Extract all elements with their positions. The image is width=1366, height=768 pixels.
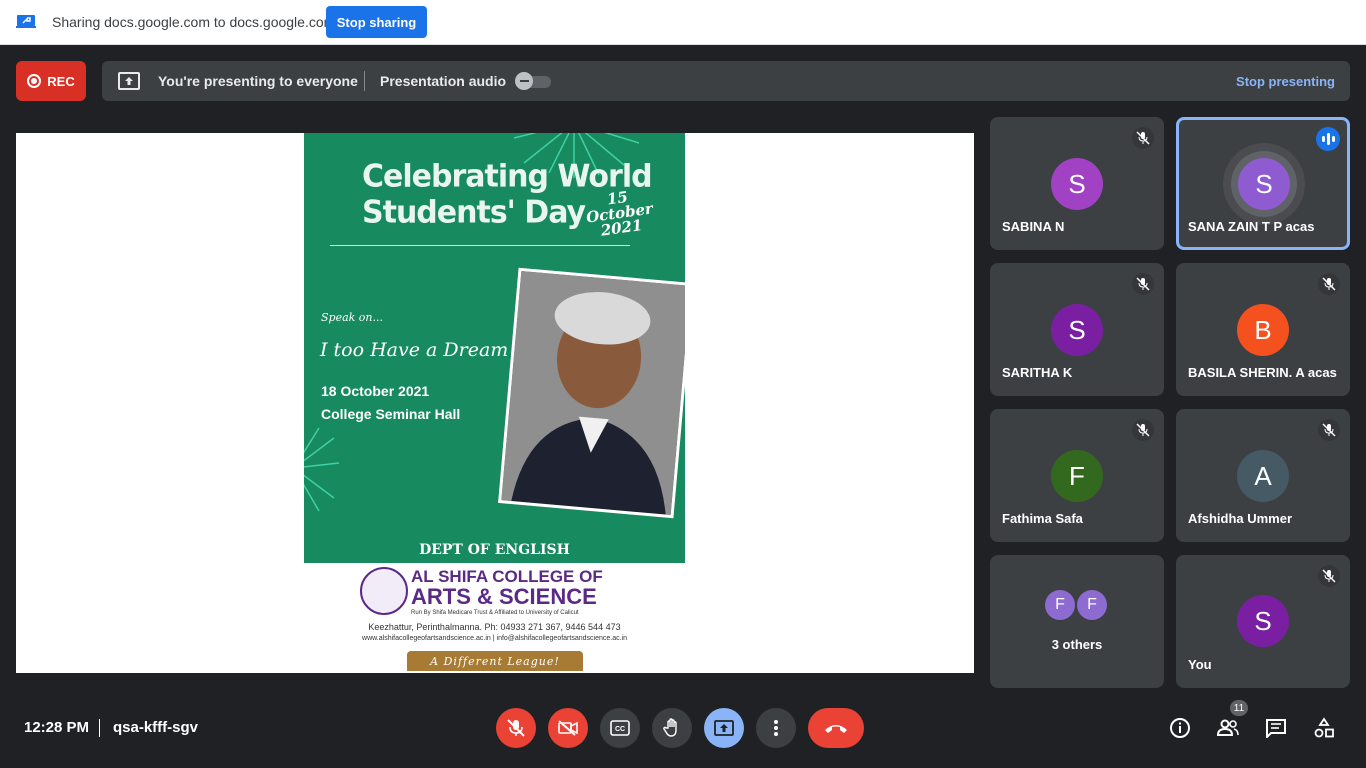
participant-tile-sana-zain[interactable]: S SANA ZAIN T P acas [1176, 117, 1350, 250]
meeting-details-button[interactable] [1166, 714, 1194, 742]
poster-rule [330, 245, 630, 246]
stop-sharing-button[interactable]: Stop sharing [326, 6, 427, 38]
people-count-badge: 11 [1230, 700, 1248, 716]
poster-address: Keezhattur, Perinthalmanna. Ph: 04933 27… [368, 622, 621, 632]
poster-tagline: A Different League! [407, 651, 583, 671]
participant-name: BASILA SHERIN. A acas [1188, 365, 1337, 380]
recording-indicator[interactable]: REC [16, 61, 86, 101]
more-vert-icon [774, 720, 778, 736]
stop-presenting-button[interactable]: Stop presenting [1236, 74, 1335, 89]
tab-sharing-bar: Sharing docs.google.com to docs.google.c… [0, 0, 1366, 45]
avatar: S [1238, 158, 1290, 210]
people-icon [1216, 719, 1239, 736]
leave-call-button[interactable] [808, 708, 864, 748]
chat-icon [1266, 719, 1286, 738]
participant-tile-you[interactable]: S You [1176, 555, 1350, 688]
participant-name: SARITHA K [1002, 365, 1073, 380]
avatar: B [1237, 304, 1289, 356]
participant-name: You [1188, 657, 1212, 672]
hand-icon [663, 718, 677, 737]
mic-off-icon [507, 719, 525, 737]
meeting-code: qsa-kfff-sgv [113, 719, 199, 736]
participant-tile-afshidha[interactable]: A Afshidha Ummer [1176, 409, 1350, 542]
mic-off-icon [1132, 419, 1154, 441]
presenting-bar: You're presenting to everyone Presentati… [102, 61, 1350, 101]
others-count-label: 3 others [1051, 637, 1103, 652]
presentation-stage: Celebrating World Students' Day 15 Octob… [16, 133, 974, 673]
poster-portrait-photo [498, 267, 685, 519]
poster-websites: www.alshifacollegeofartsandscience.ac.in… [362, 635, 627, 642]
poster-event-date: 18 October 2021 [321, 383, 430, 399]
participant-name: Afshidha Ummer [1188, 511, 1293, 526]
present-screen-icon [118, 72, 140, 90]
participant-tile-basila[interactable]: B BASILA SHERIN. A acas [1176, 263, 1350, 396]
svg-text:CC: CC [615, 726, 625, 733]
avatar: S [1237, 595, 1289, 647]
presentation-audio-label: Presentation audio [380, 73, 507, 89]
participant-tile-sabina[interactable]: S SABINA N [990, 117, 1164, 250]
rec-label: REC [47, 73, 75, 89]
participant-name: SANA ZAIN T P acas [1188, 219, 1315, 234]
poster-date: 15 October 2021 [583, 187, 656, 241]
avatar: A [1237, 450, 1289, 502]
event-poster: Celebrating World Students' Day 15 Octob… [304, 133, 685, 673]
raise-hand-button[interactable] [652, 708, 692, 748]
captions-button[interactable]: CC [600, 708, 640, 748]
presenting-status: You're presenting to everyone [158, 73, 358, 89]
divider [99, 719, 100, 737]
closed-captions-icon: CC [610, 720, 630, 736]
poster-green-area: Celebrating World Students' Day 15 Octob… [304, 133, 685, 563]
present-now-button[interactable] [704, 708, 744, 748]
mic-off-icon [1318, 273, 1340, 295]
avatar: F [1045, 590, 1075, 620]
screen-share-icon [16, 15, 36, 28]
divider [364, 71, 365, 91]
activities-button[interactable] [1310, 714, 1338, 742]
people-button[interactable] [1214, 714, 1242, 742]
avatar: S [1051, 304, 1103, 356]
mic-off-icon [1132, 273, 1154, 295]
sharing-status-text: Sharing docs.google.com to docs.google.c… [52, 14, 336, 30]
mic-off-icon [1318, 565, 1340, 587]
poster-dept: DEPT OF ENGLISH [419, 542, 570, 558]
poster-speak-on: Speak on... [321, 311, 384, 324]
present-screen-icon [714, 720, 734, 736]
poster-college-line2: ARTS & SCIENCE [411, 584, 597, 609]
chat-button[interactable] [1262, 714, 1290, 742]
participant-name: Fathima Safa [1002, 511, 1083, 526]
mic-toggle-button[interactable] [496, 708, 536, 748]
starburst-decoration-left [304, 427, 340, 512]
phone-hangup-icon [825, 725, 847, 733]
camera-toggle-button[interactable] [548, 708, 588, 748]
participant-tile-saritha[interactable]: S SARITHA K [990, 263, 1164, 396]
info-icon [1170, 718, 1190, 738]
more-options-button[interactable] [756, 708, 796, 748]
avatar: S [1051, 158, 1103, 210]
poster-talk-title: I too Have a Dream [320, 339, 509, 361]
participant-name: SABINA N [1002, 219, 1065, 234]
poster-affiliation: Run By Shifa Medicare Trust & Affiliated… [411, 610, 579, 616]
mic-off-icon [1318, 419, 1340, 441]
clock-time: 12:28 PM [24, 719, 90, 736]
speaking-icon [1316, 127, 1340, 151]
activities-icon [1314, 717, 1334, 738]
participant-tile-others[interactable]: F F 3 others [990, 555, 1164, 688]
presentation-audio-toggle[interactable] [515, 72, 551, 90]
mic-off-icon [1132, 127, 1154, 149]
portrait-image [501, 271, 685, 515]
record-icon [27, 74, 42, 88]
avatar: F [1051, 450, 1103, 502]
poster-venue: College Seminar Hall [321, 406, 461, 422]
camera-off-icon [558, 720, 578, 736]
participant-tile-fathima[interactable]: F Fathima Safa [990, 409, 1164, 542]
avatar: F [1077, 590, 1107, 620]
college-seal-logo [360, 567, 408, 615]
toggle-knob [515, 72, 533, 90]
